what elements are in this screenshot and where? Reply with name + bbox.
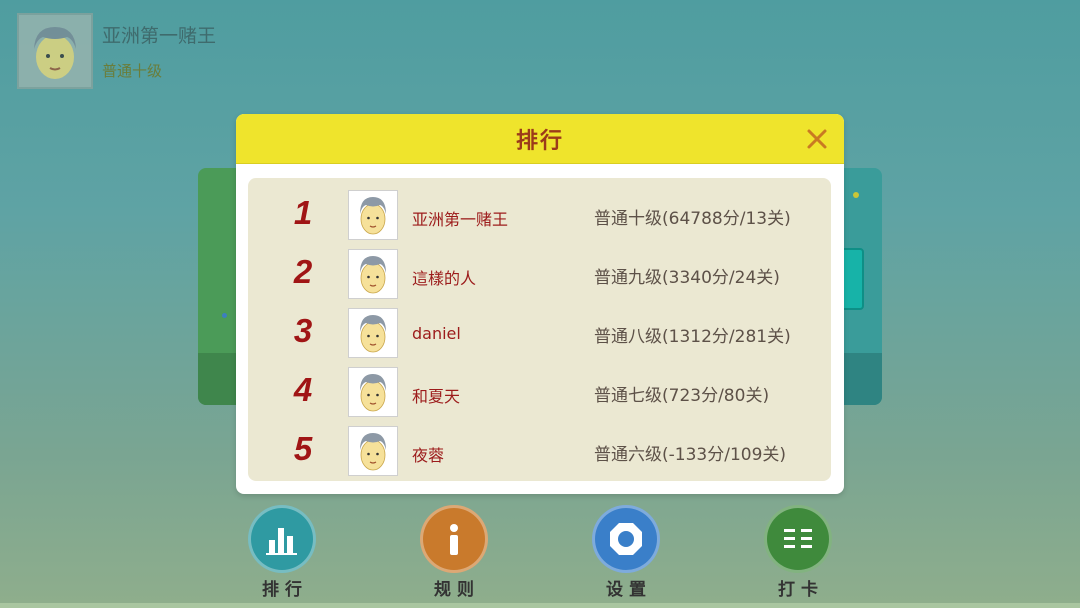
rank-number: 3 bbox=[293, 312, 313, 349]
avatar-face-icon bbox=[34, 27, 76, 79]
profile-name: 亚洲第一赌王 bbox=[102, 25, 217, 47]
player-avatar bbox=[348, 308, 398, 358]
rank-number: 1 bbox=[293, 194, 313, 231]
player-avatar bbox=[348, 249, 398, 299]
bottom-bar bbox=[0, 603, 1080, 608]
player-name: 這樣的人 bbox=[412, 269, 477, 288]
background-card-button bbox=[842, 248, 864, 310]
ranking-row[interactable]: 2 這樣的人 普通九级(3340分/24关) bbox=[248, 245, 831, 299]
nav-rules-button[interactable]: 规则 bbox=[414, 505, 494, 600]
player-avatar bbox=[348, 190, 398, 240]
rank-number: 2 bbox=[293, 253, 313, 290]
nav-checkin-button[interactable]: 打卡 bbox=[758, 505, 838, 600]
bar-chart-icon bbox=[248, 505, 316, 573]
nav-checkin-label: 打卡 bbox=[778, 580, 824, 600]
avatar-face-icon bbox=[360, 433, 386, 471]
avatar-face-icon bbox=[360, 374, 386, 412]
checkin-icon bbox=[764, 505, 832, 573]
modal-header: 排行 bbox=[236, 114, 844, 164]
player-name: 夜蓉 bbox=[412, 446, 445, 465]
player-profile[interactable]: 亚洲第一赌王 普通十级 bbox=[17, 13, 216, 89]
nav-ranking-label: 排行 bbox=[262, 580, 308, 600]
modal-title: 排行 bbox=[515, 128, 564, 154]
player-score: 普通六级(-133分/109关) bbox=[594, 445, 787, 465]
nav-rules-label: 规则 bbox=[434, 580, 480, 600]
nav-settings-button[interactable]: 设置 bbox=[586, 505, 666, 600]
avatar-face-icon bbox=[360, 256, 386, 294]
avatar-face-icon bbox=[360, 315, 386, 353]
nav-ranking-button[interactable]: 排行 bbox=[242, 505, 322, 600]
rank-number: 5 bbox=[293, 430, 313, 467]
info-icon bbox=[420, 505, 488, 573]
player-score: 普通七级(723分/80关) bbox=[594, 386, 770, 406]
avatar-face-icon bbox=[360, 197, 386, 235]
gear-icon bbox=[592, 505, 660, 573]
ranking-row[interactable]: 3 daniel 普通八级(1312分/281关) bbox=[248, 304, 831, 358]
ranking-row[interactable]: 5 夜蓉 普通六级(-133分/109关) bbox=[248, 422, 831, 476]
rank-number: 4 bbox=[293, 371, 313, 408]
profile-avatar[interactable] bbox=[17, 13, 93, 89]
player-score: 普通九级(3340分/24关) bbox=[594, 268, 780, 288]
player-name: 亚洲第一赌王 bbox=[412, 210, 509, 229]
ranking-row[interactable]: 1 亚洲第一赌王 普通十级(64788分/13关) bbox=[248, 186, 831, 240]
ranking-row[interactable]: 4 和夏天 普通七级(723分/80关) bbox=[248, 363, 831, 417]
ranking-list: 1 亚洲第一赌王 普通十级(64788分/13关) 2 這樣的人 普通九级(33… bbox=[248, 178, 831, 481]
player-name: daniel bbox=[412, 324, 461, 343]
close-button[interactable] bbox=[802, 124, 832, 154]
player-avatar bbox=[348, 367, 398, 417]
player-name: 和夏天 bbox=[412, 387, 461, 406]
close-icon bbox=[807, 129, 827, 149]
ranking-modal: 排行 1 亚洲第一赌王 普通十级(64788分/13关) 2 這樣的人 普通九级… bbox=[236, 114, 844, 494]
nav-settings-label: 设置 bbox=[606, 580, 652, 600]
player-score: 普通八级(1312分/281关) bbox=[594, 327, 791, 347]
profile-level: 普通十级 bbox=[102, 62, 163, 80]
player-score: 普通十级(64788分/13关) bbox=[594, 209, 791, 229]
player-avatar bbox=[348, 426, 398, 476]
